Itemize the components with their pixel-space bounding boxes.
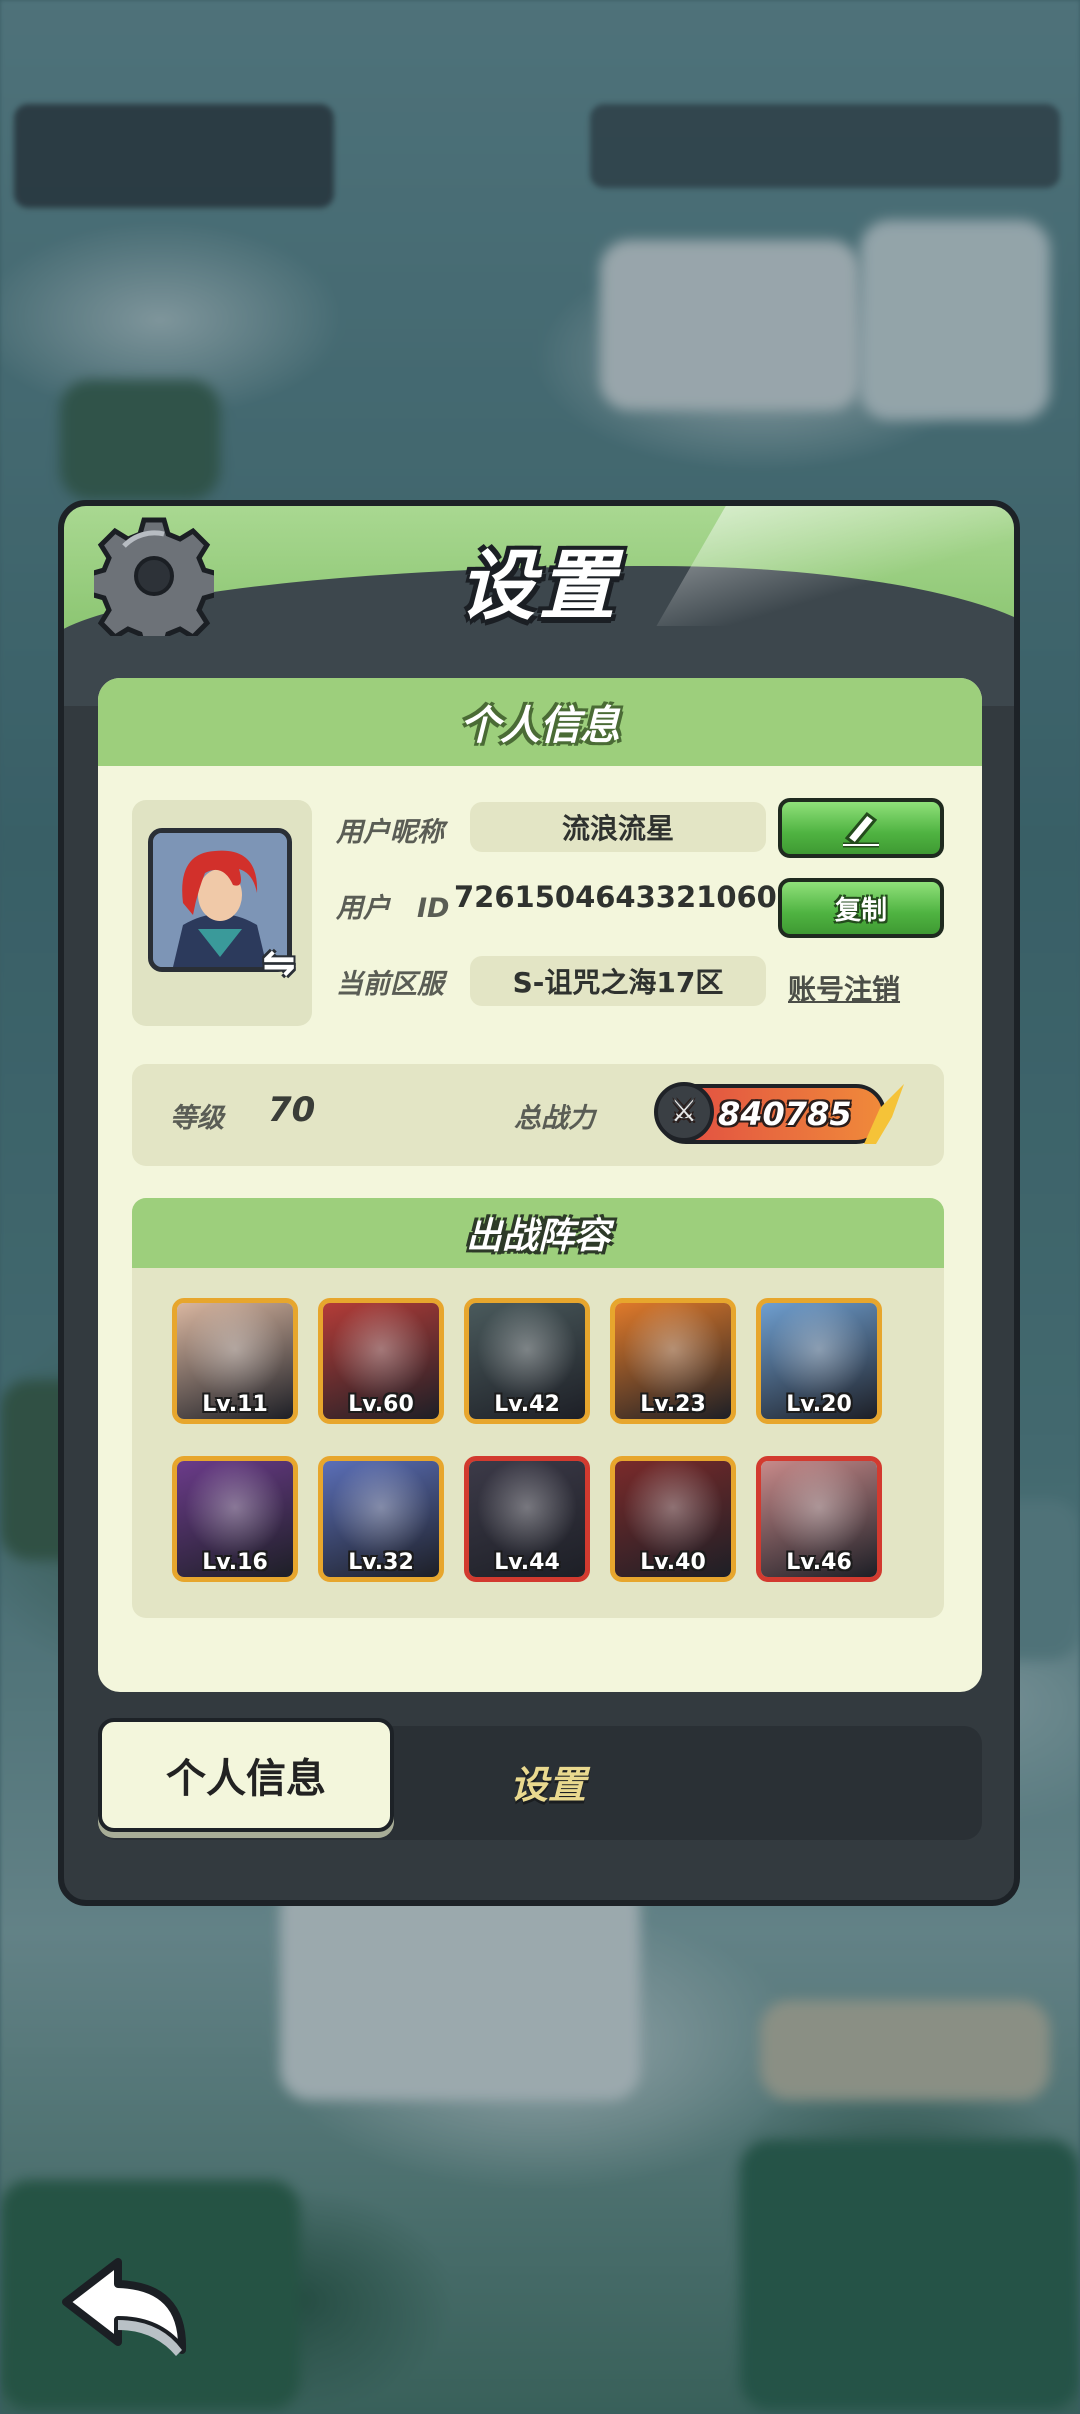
server-label: 当前区服 (336, 969, 444, 1000)
hero-level: Lv.40 (640, 1550, 706, 1575)
hero-level: Lv.44 (494, 1550, 560, 1575)
tab-bar: 个人信息 设置 (98, 1718, 982, 1840)
hero-slot[interactable]: Lv.40 (610, 1456, 736, 1582)
settings-panel: 设置 个人信息 ⇋ 用户昵称 流浪流星 用户 ID 72615046433210… (58, 500, 1020, 1906)
hero-slot[interactable]: Lv.44 (464, 1456, 590, 1582)
server-value: S-诅咒之海17区 (470, 956, 766, 1006)
avatar-box: ⇋ (132, 800, 312, 1026)
battle-lineup: 出战阵容 Lv.11 Lv.60 Lv.42 Lv.23 Lv.20 Lv.16 Lv.32… (132, 1198, 944, 1618)
crossed-swords-icon: ⚔ (654, 1082, 714, 1142)
nickname-value: 流浪流星 (470, 802, 766, 852)
hero-level: Lv.20 (786, 1392, 852, 1417)
hero-slot[interactable]: Lv.60 (318, 1298, 444, 1424)
power-label: 总战力 (514, 1103, 595, 1134)
hero-slot[interactable]: Lv.46 (756, 1456, 882, 1582)
hero-slot[interactable]: Lv.11 (172, 1298, 298, 1424)
level-value: 70 (268, 1090, 316, 1130)
card-heading: 个人信息 (98, 678, 982, 766)
profile-card: 个人信息 ⇋ 用户昵称 流浪流星 用户 ID 72615046433210605… (98, 678, 982, 1692)
hero-slot[interactable]: Lv.20 (756, 1298, 882, 1424)
copy-id-button[interactable]: 复制 (778, 878, 944, 938)
hero-slot[interactable]: Lv.23 (610, 1298, 736, 1424)
swap-avatar-icon[interactable]: ⇋ (256, 940, 302, 986)
hero-level: Lv.23 (640, 1392, 706, 1417)
hero-level: Lv.16 (202, 1550, 268, 1575)
user-id-label: 用户 ID (336, 893, 450, 924)
panel-title: 设置 (459, 541, 619, 630)
edit-nickname-button[interactable] (778, 798, 944, 858)
hero-level: Lv.42 (494, 1392, 560, 1417)
lineup-heading: 出战阵容 (132, 1198, 944, 1268)
user-id-value: 72615046433210605 (454, 880, 798, 914)
nickname-label: 用户昵称 (336, 817, 444, 848)
hero-level: Lv.60 (348, 1392, 414, 1417)
cancel-account-link[interactable]: 账号注销 (788, 968, 900, 1008)
back-arrow-icon[interactable] (56, 2250, 196, 2360)
hero-slot[interactable]: Lv.16 (172, 1456, 298, 1582)
hero-level: Lv.46 (786, 1550, 852, 1575)
tab-settings[interactable]: 设置 (510, 1754, 586, 1809)
power-value: 840785 (718, 1095, 852, 1133)
hero-slot[interactable]: Lv.32 (318, 1456, 444, 1582)
level-label: 等级 (170, 1103, 224, 1134)
hero-level: Lv.32 (348, 1550, 414, 1575)
hero-slot[interactable]: Lv.42 (464, 1298, 590, 1424)
hero-level: Lv.11 (202, 1392, 268, 1417)
flame-icon (864, 1084, 904, 1144)
power-badge: ⚔ 840785 (654, 1082, 904, 1144)
edit-icon (843, 811, 879, 848)
stat-bar: 等级 70 总战力 ⚔ 840785 (132, 1064, 944, 1166)
tab-profile[interactable]: 个人信息 (98, 1718, 394, 1832)
